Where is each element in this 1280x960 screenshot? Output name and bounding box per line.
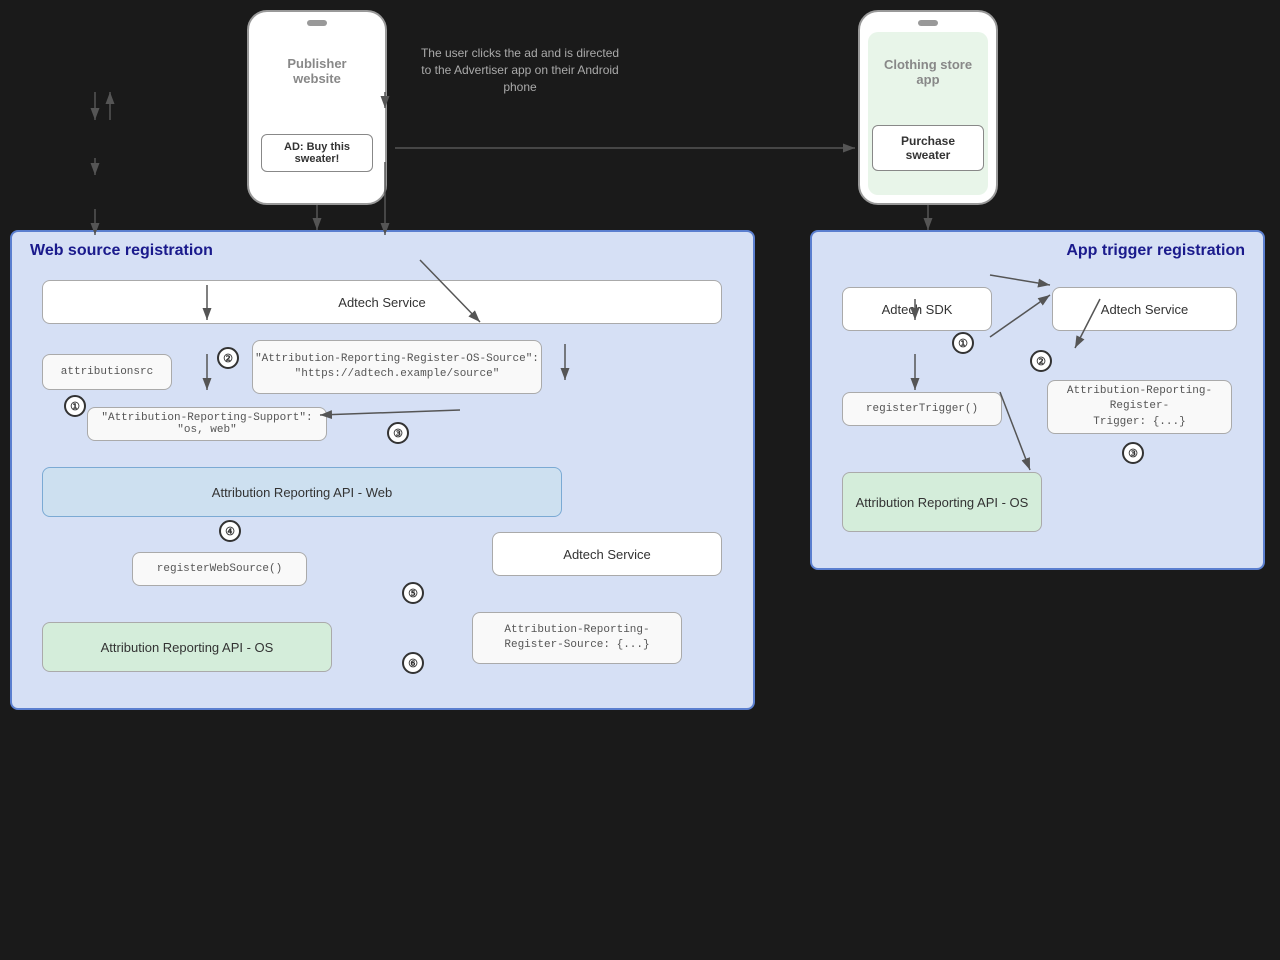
ad-box: AD: Buy this sweater! <box>261 134 373 172</box>
user-click-text: The user clicks the ad and is directed t… <box>421 46 619 94</box>
step-3-app: ③ <box>1122 442 1144 464</box>
web-adtech-service-top: Adtech Service <box>42 280 722 324</box>
register-source-code-box: Attribution-Reporting- Register-Source: … <box>472 612 682 664</box>
app-trigger-label: App trigger registration <box>1066 242 1245 260</box>
phone-notch-clothing <box>918 20 938 26</box>
register-web-source-box: registerWebSource() <box>132 552 307 586</box>
diagram-container: Publisherwebsite AD: Buy this sweater! T… <box>0 0 1280 960</box>
register-trigger-code-box: Attribution-Reporting-Register- Trigger:… <box>1047 380 1232 434</box>
step-2-app: ② <box>1030 350 1052 372</box>
adtech-sdk-box: Adtech SDK <box>842 287 992 331</box>
phone-notch-publisher <box>307 20 327 26</box>
app-trigger-section: App trigger registration Adtech SDK regi… <box>810 230 1265 570</box>
user-click-annotation: The user clicks the ad and is directed t… <box>420 45 620 95</box>
publisher-screen: Publisherwebsite AD: Buy this sweater! <box>257 32 377 195</box>
support-header-box: "Attribution-Reporting-Support": "os, we… <box>87 407 327 441</box>
api-os-app-box: Attribution Reporting API - OS <box>842 472 1042 532</box>
step-2-web: ② <box>217 347 239 369</box>
step-1-app: ① <box>952 332 974 354</box>
publisher-phone: Publisherwebsite AD: Buy this sweater! <box>247 10 387 205</box>
step-3-web: ③ <box>387 422 409 444</box>
clothing-title-inside: Clothing storeapp <box>884 57 972 87</box>
ad-label: AD: Buy this sweater! <box>284 141 350 165</box>
app-adtech-service-box: Adtech Service <box>1052 287 1237 331</box>
step-5-web: ⑤ <box>402 582 424 604</box>
purchase-box: Purchase sweater <box>872 125 984 171</box>
web-source-section: Web source registration Adtech Service a… <box>10 230 755 710</box>
purchase-label: Purchase sweater <box>901 134 955 162</box>
publisher-title-inside: Publisherwebsite <box>287 56 346 86</box>
register-trigger-box: registerTrigger() <box>842 392 1002 426</box>
clothing-screen: Clothing storeapp Purchase sweater <box>868 32 988 195</box>
os-source-header-box: "Attribution-Reporting-Register-OS-Sourc… <box>252 340 542 394</box>
api-os-web-box: Attribution Reporting API - OS <box>42 622 332 672</box>
clothing-phone: Clothing storeapp Purchase sweater <box>858 10 998 205</box>
api-web-box: Attribution Reporting API - Web <box>42 467 562 517</box>
web-source-label: Web source registration <box>30 242 213 260</box>
step-6-web: ⑥ <box>402 652 424 674</box>
step-1-web: ① <box>64 395 86 417</box>
attributionsrc-box: attributionsrc <box>42 354 172 390</box>
web-adtech-service-bottom: Adtech Service <box>492 532 722 576</box>
step-4-web: ④ <box>219 520 241 542</box>
